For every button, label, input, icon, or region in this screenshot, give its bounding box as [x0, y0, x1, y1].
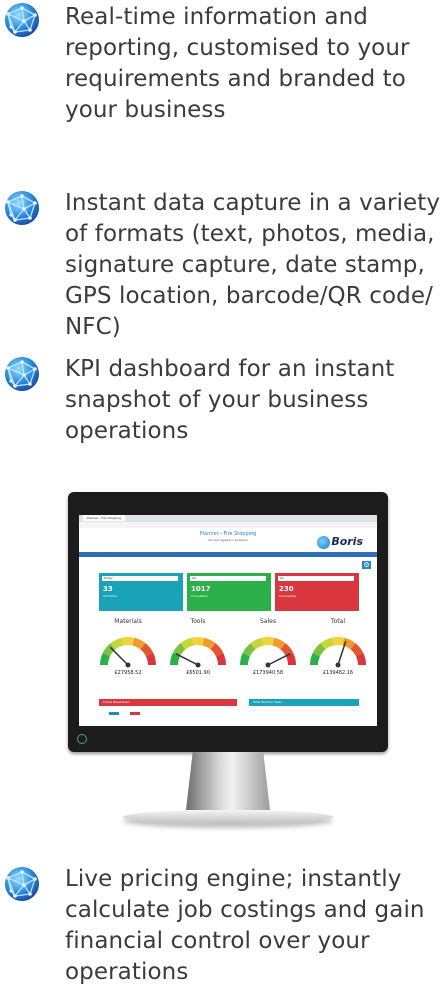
gauge-title: Tools: [190, 618, 206, 625]
monitor-base: [123, 810, 333, 824]
kpi-label: Completed: [191, 594, 208, 598]
period-select[interactable]: All: [278, 576, 354, 581]
gear-icon[interactable]: ⚙: [362, 561, 371, 569]
forms-breakdown-panel[interactable]: Forms Breakdown: [99, 699, 237, 706]
power-icon: [77, 734, 87, 744]
gauge-title: Sales: [260, 618, 276, 625]
kpi-value: 1017: [191, 585, 211, 593]
gauge-value: £139482.16: [322, 670, 354, 676]
kpi-card: All 230 Incomplete: [275, 573, 359, 611]
gauge-value: £6501.90: [186, 670, 210, 676]
gauge-value: £27958.52: [114, 670, 142, 676]
feature-text: Instant data capture in a variety of for…: [65, 190, 441, 340]
nav-bar[interactable]: [79, 552, 377, 557]
boris-logo: Boris: [317, 535, 363, 549]
chart-legend: [109, 712, 229, 716]
globe-icon: [5, 867, 39, 901]
dashboard-screen: Planner - Fire Stopping Planner - Fire S…: [79, 515, 377, 726]
kpi-label: Incomplete: [279, 594, 296, 598]
globe-icon: [5, 3, 39, 37]
feature-text: KPI dashboard for an instant snapshot of…: [65, 356, 395, 444]
kpi-value: 230: [279, 585, 294, 593]
gauge-title: Materials: [114, 618, 142, 625]
period-select[interactable]: Today: [102, 576, 178, 581]
browser-tab: Planner - Fire Stopping: [83, 515, 126, 521]
kpi-value: 33: [103, 585, 113, 593]
kpi-card: Today 33 All Forms: [99, 573, 183, 611]
browser-tabbar: Planner - Fire Stopping: [79, 515, 377, 522]
gauge: [170, 637, 226, 668]
monitor-stand: [186, 752, 270, 810]
gauge-value: £173940.58: [252, 670, 284, 676]
monthly-sales-panel[interactable]: Total Monthly Sales: [249, 699, 359, 706]
globe-icon: [5, 357, 39, 391]
kpi-card: All 1017 Completed: [187, 573, 271, 611]
gauge-title: Total: [330, 618, 345, 625]
gauge: [100, 637, 156, 668]
app-header: Planner - Fire Stopping You are logged i…: [79, 528, 377, 552]
feature-text: Real-time information and reporting, cus…: [65, 4, 410, 123]
gauge: [240, 637, 296, 668]
period-select[interactable]: All: [190, 576, 266, 581]
logo-text: Boris: [331, 535, 363, 548]
gauge-row: Materials £27958.52 Tools £6501.90 Sales…: [93, 618, 373, 688]
monitor-image: Planner - Fire Stopping Planner - Fire S…: [68, 492, 388, 844]
feature-text: Live pricing engine; instantly calculate…: [65, 866, 425, 985]
kpi-cards: Today 33 All Forms All 1017 Completed Al…: [99, 573, 359, 611]
gauge: [310, 637, 366, 668]
monitor-bezel: Planner - Fire Stopping Planner - Fire S…: [68, 492, 388, 752]
kpi-label: All Forms: [103, 594, 117, 598]
globe-icon: [5, 191, 39, 225]
logo-globe-icon: [317, 535, 331, 549]
